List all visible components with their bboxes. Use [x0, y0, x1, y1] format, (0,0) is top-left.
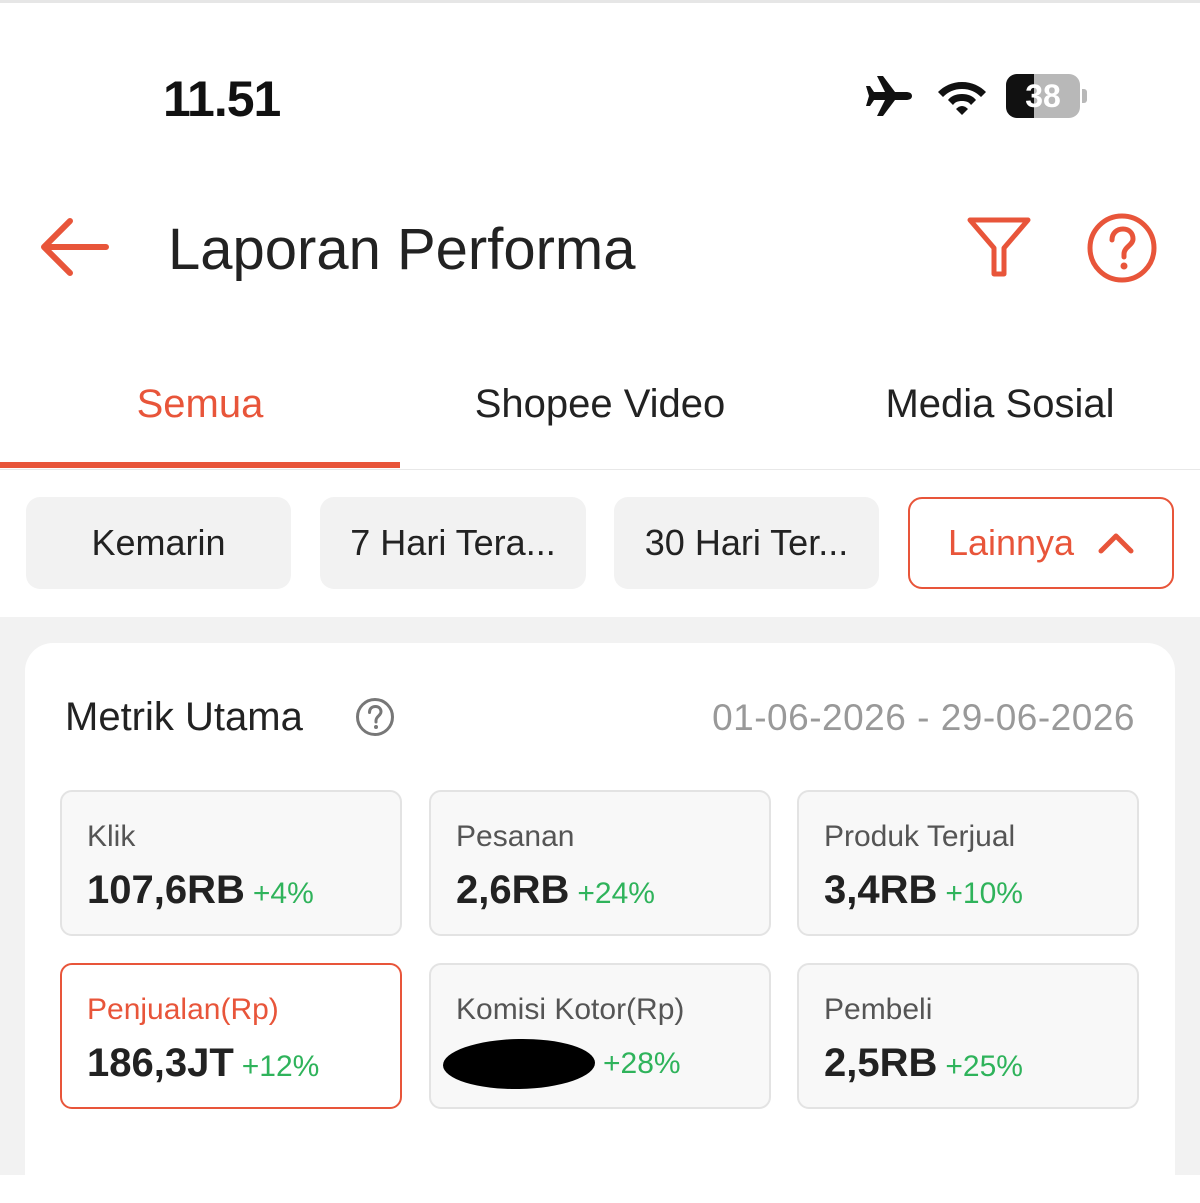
metric-value-row: 107,6RB +4% [87, 868, 314, 913]
date-chip-7-hari[interactable]: 7 Hari Tera... [320, 497, 586, 589]
metric-change: +25% [945, 1050, 1023, 1083]
metric-change: +24% [577, 877, 655, 910]
metric-penjualan[interactable]: Penjualan(Rp) 186,3JT +12% [60, 963, 402, 1109]
metric-label: Klik [87, 820, 136, 853]
tab-label: Shopee Video [474, 381, 726, 426]
wifi-icon [938, 82, 986, 115]
tab-label: Media Sosial [885, 381, 1115, 426]
metric-change: +10% [945, 877, 1023, 910]
metric-label: Penjualan(Rp) [87, 993, 279, 1026]
metric-value-row: 2,6RB +24% [456, 868, 655, 913]
date-range: 01-06-2026 - 29-06-2026 [712, 697, 1135, 738]
tab-label: Semua [136, 381, 264, 426]
chip-label: 7 Hari Tera... [350, 522, 556, 563]
metric-label: Komisi Kotor(Rp) [456, 993, 685, 1026]
metric-value-row: 2,5RB +25% [824, 1041, 1023, 1086]
back-arrow-icon [41, 218, 109, 276]
metric-value-row: 3,4RB +10% [824, 868, 1023, 913]
airplane-icon [866, 76, 912, 116]
metric-value: 3,4RB [824, 868, 938, 912]
filter-icon [967, 217, 1031, 277]
metric-label: Produk Terjual [824, 820, 1016, 853]
chip-label: 30 Hari Ter... [644, 522, 849, 563]
chip-label: Lainnya [947, 522, 1075, 563]
chevron-up-icon [1098, 533, 1134, 554]
help-icon [356, 698, 394, 736]
help-icon [1087, 213, 1157, 283]
battery-cap [1082, 89, 1087, 103]
metric-change: +12% [241, 1050, 320, 1083]
metric-change: +28% [603, 1047, 681, 1080]
metric-produk-terjual[interactable]: Produk Terjual 3,4RB +10% [797, 790, 1139, 936]
metric-klik[interactable]: Klik 107,6RB +4% [60, 790, 402, 936]
redacted-value [442, 1037, 596, 1091]
top-divider [0, 0, 1200, 3]
date-chip-kemarin[interactable]: Kemarin [26, 497, 291, 589]
page-title: Laporan Performa [168, 217, 636, 282]
metric-komisi-kotor[interactable]: Komisi Kotor(Rp) +28% [429, 963, 771, 1109]
metric-value: 2,6RB [456, 868, 570, 912]
active-tab-indicator [0, 462, 400, 468]
status-icons: 38 [864, 74, 1087, 118]
status-time: 11.51 [163, 71, 281, 127]
metric-pesanan[interactable]: Pesanan 2,6RB +24% [429, 790, 771, 936]
help-button[interactable] [1086, 212, 1158, 284]
date-chip-lainnya[interactable]: Lainnya [908, 497, 1174, 589]
tab-bar: Semua Shopee Video Media Sosial [0, 340, 1200, 470]
main-metrics-card: Metrik Utama 01-06-2026 - 29-06-2026 Kli… [25, 643, 1175, 1203]
tab-media-sosial[interactable]: Media Sosial [800, 340, 1200, 468]
date-chip-30-hari[interactable]: 30 Hari Ter... [614, 497, 879, 589]
metric-label: Pembeli [824, 993, 933, 1026]
metric-label: Pesanan [456, 820, 575, 853]
metric-pembeli[interactable]: Pembeli 2,5RB +25% [797, 963, 1139, 1109]
back-button[interactable] [36, 212, 112, 282]
battery-icon: 38 [1006, 74, 1080, 118]
tab-shopee-video[interactable]: Shopee Video [400, 340, 800, 468]
tab-semua[interactable]: Semua [0, 340, 400, 468]
chip-label: Kemarin [91, 522, 226, 563]
metric-value: 2,5RB [824, 1041, 938, 1085]
metric-value: 107,6RB [87, 868, 245, 912]
metric-change: +4% [252, 877, 314, 910]
metrics-help-button[interactable] [355, 697, 395, 737]
card-title: Metrik Utama [65, 695, 303, 739]
filter-button[interactable] [964, 212, 1034, 282]
battery-level: 38 [1025, 77, 1061, 114]
metric-value: 186,3JT [87, 1041, 234, 1085]
metric-value-row: 186,3JT +12% [87, 1041, 319, 1086]
